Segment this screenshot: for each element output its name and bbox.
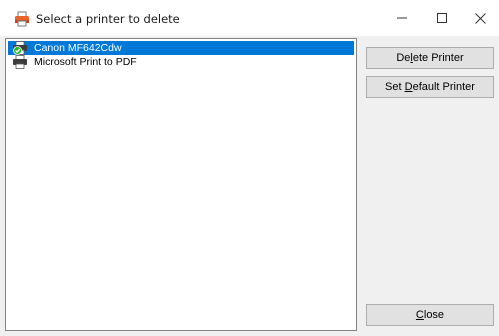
button-label: Delete Printer <box>396 52 464 64</box>
dialog-body: Canon MF642Cdw Microsoft Print to PDF De… <box>0 36 499 336</box>
set-default-printer-button[interactable]: Set Default Printer <box>366 76 494 98</box>
printer-list-item-pdf[interactable]: Microsoft Print to PDF <box>8 55 354 69</box>
button-label: Set Default Printer <box>385 81 475 93</box>
printer-list[interactable]: Canon MF642Cdw Microsoft Print to PDF <box>5 38 357 331</box>
delete-printer-button[interactable]: Delete Printer <box>366 47 494 69</box>
window-title: Select a printer to delete <box>36 12 180 26</box>
printer-name: Microsoft Print to PDF <box>34 56 137 68</box>
close-icon <box>474 12 486 24</box>
title-bar: Select a printer to delete <box>0 0 499 36</box>
printer-name: Canon MF642Cdw <box>34 42 122 54</box>
printer-icon <box>12 55 28 69</box>
close-dialog-button[interactable]: Close <box>366 304 494 326</box>
button-label: Close <box>415 309 445 321</box>
minimize-button[interactable] <box>380 0 424 36</box>
maximize-icon <box>437 13 447 23</box>
printer-list-item-canon[interactable]: Canon MF642Cdw <box>8 41 354 55</box>
printer-default-icon <box>12 41 28 55</box>
printer-app-icon <box>14 11 30 27</box>
minimize-icon <box>397 17 407 19</box>
window-close-button[interactable] <box>458 0 499 36</box>
